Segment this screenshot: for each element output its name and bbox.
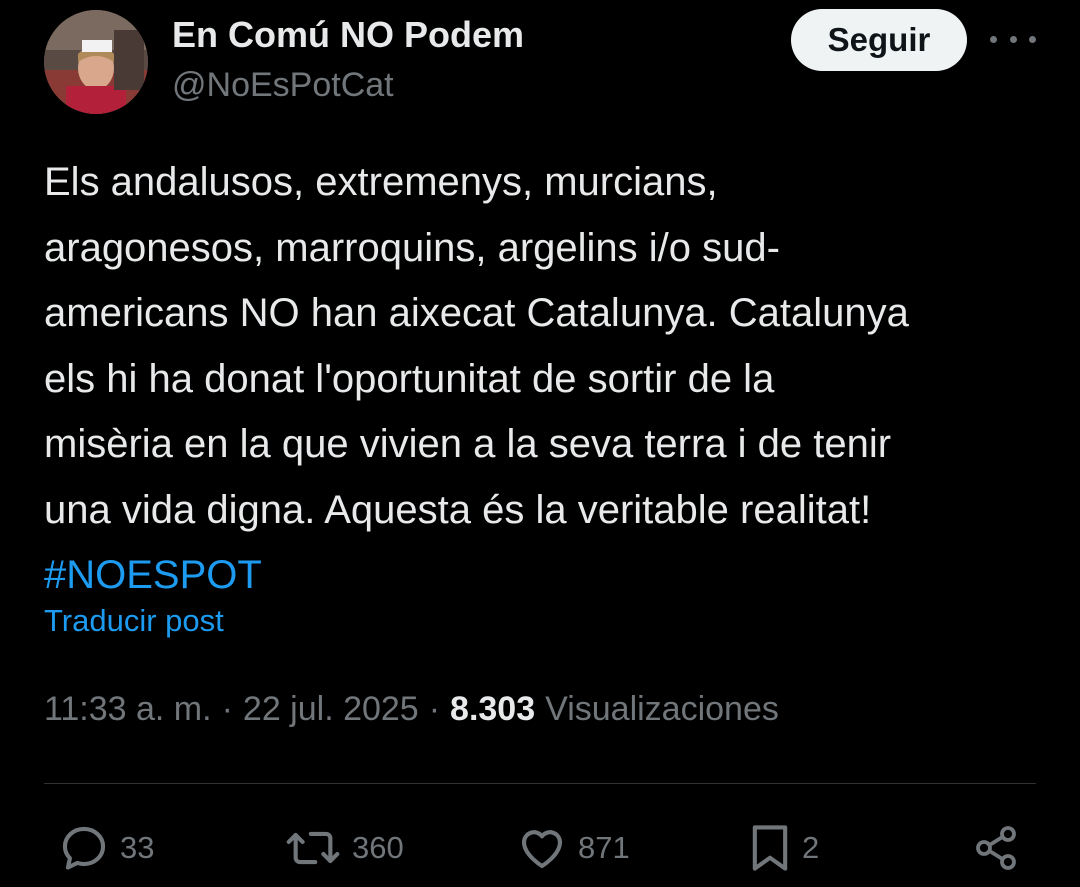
post-detail: En Comú NO Podem @NoEsPotCat Seguir Els … <box>0 0 1080 887</box>
reply-count: 33 <box>120 830 155 865</box>
post-text-line: els hi ha donat l'oportunitat de sortir … <box>44 356 775 401</box>
follow-button[interactable]: Seguir <box>791 9 967 71</box>
post-text-line: aragonesos, marroquins, argelins i/o sud… <box>44 225 780 270</box>
bookmark-button[interactable]: 2 <box>748 822 819 874</box>
hashtag-link[interactable]: #NOESPOT <box>44 543 1044 609</box>
more-dot <box>1009 35 1017 43</box>
like-button[interactable]: 871 <box>516 822 630 874</box>
repost-icon <box>286 831 340 865</box>
more-dot <box>990 35 997 43</box>
more-horizontal-icon[interactable] <box>990 22 1036 56</box>
meta-separator: · <box>221 690 233 728</box>
author-display-name[interactable]: En Comú NO Podem <box>172 14 524 56</box>
like-count: 871 <box>578 830 630 865</box>
meta-separator: · <box>428 690 441 728</box>
views-count[interactable]: 8.303 <box>450 690 535 729</box>
post-time[interactable]: 11:33 a. m. <box>44 690 212 729</box>
post-text-line: Els andalusos, extremenys, murcians, <box>44 160 718 204</box>
post-meta: 11:33 a. m. · 22 jul. 2025 · 8.303 Visua… <box>44 690 779 729</box>
more-dot <box>1029 35 1036 43</box>
reply-icon <box>62 826 106 870</box>
translate-post-link[interactable]: Traducir post <box>44 603 224 639</box>
bookmark-icon <box>752 825 788 871</box>
views-label[interactable]: Visualizaciones <box>545 690 779 729</box>
post-date[interactable]: 22 jul. 2025 <box>243 690 419 729</box>
post-text-line: una vida digna. Aquesta és la veritable … <box>44 487 872 532</box>
share-button[interactable] <box>972 824 1020 877</box>
post-text: Els andalusos, extremenys, murcians, ara… <box>44 150 1044 609</box>
profile-photo-icon <box>44 10 148 114</box>
repost-count: 360 <box>352 830 404 865</box>
post-text-line: misèria en la que vivien a la seva terra… <box>44 422 892 466</box>
avatar[interactable] <box>44 10 148 114</box>
share-icon <box>976 826 1016 870</box>
post-text-line: americans NO han aixecat Catalunya. Cata… <box>44 291 909 335</box>
author-handle[interactable]: @NoEsPotCat <box>172 66 394 105</box>
divider <box>44 783 1036 784</box>
repost-button[interactable]: 360 <box>284 822 404 874</box>
bookmark-count: 2 <box>802 830 820 865</box>
heart-icon <box>521 830 563 869</box>
reply-button[interactable]: 33 <box>58 822 154 874</box>
